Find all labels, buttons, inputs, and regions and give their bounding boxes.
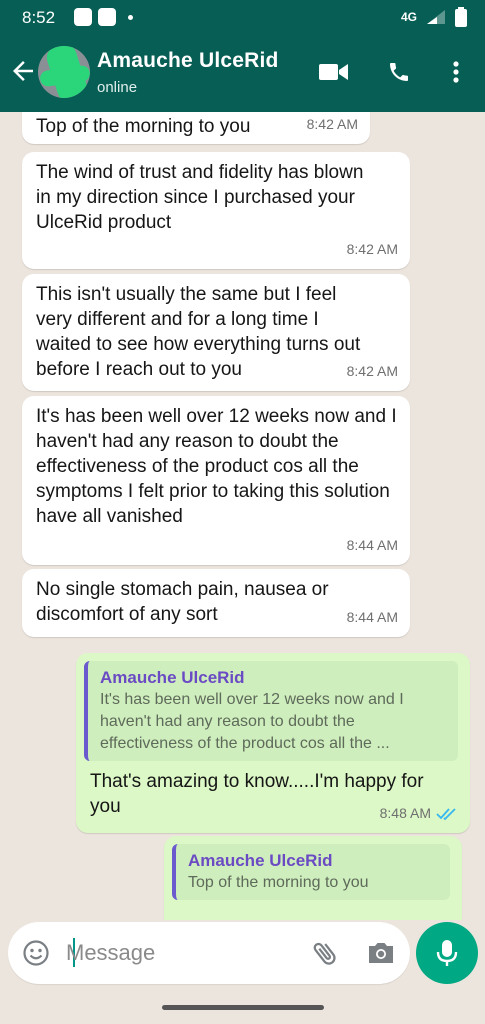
message-meta: 8:48 AM bbox=[380, 801, 458, 826]
outgoing-message[interactable]: Amauche UlceRid Top of the morning to yo… bbox=[164, 836, 462, 920]
incoming-message[interactable]: This isn't usually the same but I feel v… bbox=[22, 274, 410, 391]
message-input[interactable] bbox=[66, 932, 296, 974]
status-bar: 8:52 4G bbox=[0, 0, 485, 34]
double-check-icon bbox=[436, 807, 456, 820]
reply-quote[interactable]: Amauche UlceRid It's has been well over … bbox=[84, 661, 458, 761]
message-text: No single stomach pain, nausea or discom… bbox=[36, 579, 329, 625]
reply-quote[interactable]: Amauche UlceRid Top of the morning to yo… bbox=[172, 844, 450, 900]
voice-call-icon[interactable] bbox=[383, 56, 415, 88]
system-nav-bar bbox=[0, 992, 485, 1024]
quote-author: Amauche UlceRid bbox=[188, 851, 333, 870]
quote-text: It's has been well over 12 weeks now and… bbox=[100, 691, 404, 752]
message-time: 8:44 AM bbox=[346, 609, 398, 625]
contact-status: online bbox=[97, 79, 138, 96]
dot bbox=[128, 14, 133, 20]
mic-icon bbox=[436, 940, 458, 966]
incoming-message[interactable]: The wind of trust and fidelity has blown… bbox=[22, 152, 410, 269]
more-vert-icon[interactable] bbox=[440, 56, 472, 88]
message-text: The wind of trust and fidelity has blown… bbox=[36, 162, 364, 233]
message-time: 8:42 AM bbox=[346, 363, 398, 379]
incoming-message[interactable]: Top of the morning to you 8:42 AM bbox=[22, 112, 370, 144]
chat-header: Amauche UlceRid online bbox=[0, 34, 485, 112]
message-time: 8:42 AM bbox=[346, 241, 398, 257]
status-notifications bbox=[74, 8, 133, 26]
camera-icon[interactable] bbox=[366, 939, 396, 967]
status-right: 4G bbox=[401, 7, 467, 27]
video-call-icon[interactable] bbox=[318, 56, 350, 88]
incoming-message[interactable]: It's has been well over 12 weeks now and… bbox=[22, 396, 410, 565]
quote-author: Amauche UlceRid bbox=[100, 668, 245, 687]
mic-button[interactable] bbox=[416, 922, 478, 984]
quote-text: Top of the morning to you bbox=[188, 874, 369, 891]
message-box[interactable] bbox=[8, 922, 410, 984]
network-label: 4G bbox=[400, 10, 417, 24]
message-text: It's has been well over 12 weeks now and… bbox=[36, 406, 397, 527]
message-time: 8:48 AM bbox=[379, 805, 431, 821]
message-time: 8:42 AM bbox=[306, 116, 358, 132]
signal-icon bbox=[427, 10, 445, 24]
battery-icon bbox=[455, 7, 467, 27]
message-time: 8:44 AM bbox=[346, 537, 398, 553]
attach-icon[interactable] bbox=[310, 938, 340, 968]
message-text: This isn't usually the same but I feel v… bbox=[36, 284, 361, 380]
chat-area[interactable]: Top of the morning to you 8:42 AM The wi… bbox=[0, 112, 485, 920]
notification-icon bbox=[98, 8, 116, 26]
composer bbox=[0, 920, 485, 992]
home-indicator[interactable] bbox=[162, 1005, 324, 1010]
status-time: 8:52 bbox=[22, 8, 56, 27]
arrow-left-icon[interactable] bbox=[8, 56, 38, 86]
emoji-icon[interactable] bbox=[22, 939, 50, 967]
outgoing-message[interactable]: Amauche UlceRid It's has been well over … bbox=[76, 653, 470, 833]
contact-name[interactable]: Amauche UlceRid bbox=[97, 49, 279, 73]
notification-icon bbox=[74, 8, 92, 26]
incoming-message[interactable]: No single stomach pain, nausea or discom… bbox=[22, 569, 410, 637]
avatar[interactable] bbox=[38, 46, 90, 98]
